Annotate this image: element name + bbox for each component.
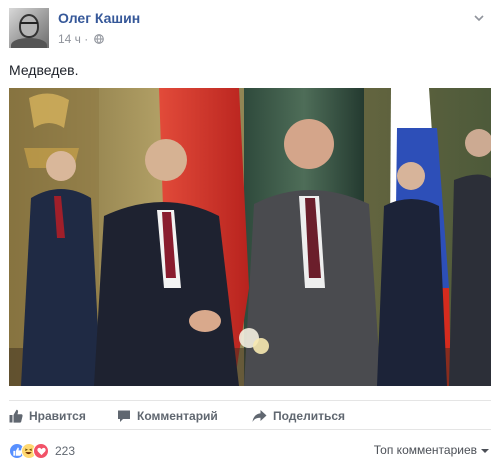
meta-separator: · (84, 31, 89, 46)
reactions-summary[interactable]: 223 (9, 440, 75, 462)
thumbs-up-icon (9, 409, 23, 423)
author-name[interactable]: Олег Кашин (58, 10, 140, 26)
share-icon (252, 410, 267, 422)
like-button[interactable]: Нравится (9, 401, 86, 431)
post-text: Медведев. (9, 62, 79, 78)
chevron-down-icon[interactable] (471, 10, 487, 26)
author-avatar[interactable] (9, 8, 49, 48)
post-photo[interactable] (9, 88, 491, 386)
globe-icon (93, 33, 104, 44)
comments-sort-label: Топ комментариев (373, 443, 477, 457)
love-reaction-icon (33, 443, 49, 459)
reaction-count: 223 (55, 444, 76, 458)
caret-down-icon (481, 448, 489, 453)
share-button[interactable]: Поделиться (252, 401, 345, 431)
facebook-post: Олег Кашин 14 ч · Медведев. Нравится Ком… (0, 0, 499, 469)
post-meta: 14 ч · (58, 31, 104, 46)
comment-icon (118, 410, 130, 422)
share-label: Поделиться (273, 409, 346, 423)
comment-button[interactable]: Комментарий (117, 401, 218, 431)
like-label: Нравится (29, 409, 86, 423)
comments-sort-dropdown[interactable]: Топ комментариев (374, 443, 489, 457)
post-time[interactable]: 14 ч (58, 32, 81, 46)
post-header: Олег Кашин 14 ч · (9, 8, 489, 48)
post-actions: Нравится Комментарий Поделиться (9, 400, 491, 430)
comment-label: Комментарий (137, 409, 218, 423)
